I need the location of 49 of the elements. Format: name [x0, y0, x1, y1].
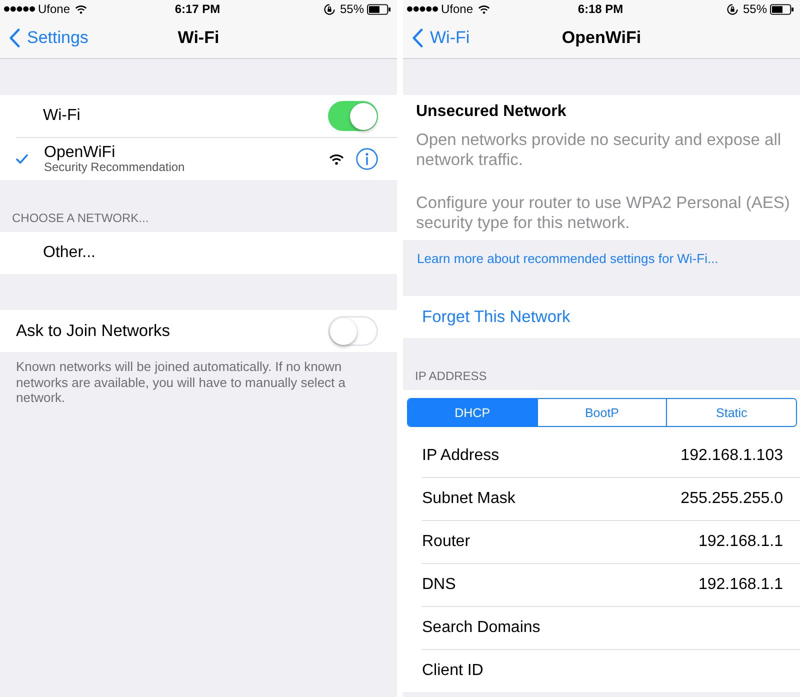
detail-label: Subnet Mask — [422, 490, 516, 508]
learn-more-link[interactable]: Learn more about recommended settings for Wi-Fi... — [417, 251, 718, 266]
detail-value: 192.168.1.1 — [698, 533, 783, 551]
back-chevron-icon — [9, 28, 20, 48]
detail-value: 192.168.1.103 — [680, 447, 783, 465]
rotation-lock-icon — [324, 4, 335, 14]
action-link[interactable]: Forget This Network — [422, 308, 570, 326]
back-button[interactable]: Settings — [0, 28, 88, 48]
detail-value: 192.168.1.1 — [698, 576, 783, 594]
signal-dots-icon — [407, 6, 438, 12]
network-name[interactable]: OpenWiFi — [44, 144, 116, 162]
battery-percent: 55% — [742, 2, 767, 16]
toggle-switch[interactable] — [328, 316, 378, 346]
back-chevron-icon — [412, 28, 423, 48]
toggle-switch[interactable] — [328, 101, 378, 131]
battery-icon — [770, 4, 794, 14]
section-header: CHOOSE A NETWORK... — [12, 211, 149, 225]
carrier-name: Ufone — [38, 2, 70, 16]
info-icon[interactable] — [356, 148, 378, 170]
wifi-signal-icon — [329, 154, 344, 164]
rotation-lock-icon — [726, 4, 738, 14]
segment-tab[interactable]: DHCP — [408, 399, 537, 426]
detail-label: Router — [422, 533, 470, 551]
network-option[interactable]: Other... — [43, 244, 96, 262]
section-header: IP ADDRESS — [415, 369, 487, 383]
signal-dots-icon — [4, 6, 35, 12]
detail-label: Client ID — [422, 662, 484, 680]
detail-label: Search Domains — [422, 619, 540, 637]
detail-value: 255.255.255.0 — [680, 490, 783, 508]
status-time: 6:17 PM — [174, 2, 220, 16]
notice-paragraph: Configure your router to use WPA2 Personal (AES) security type for this network. — [416, 193, 791, 233]
row-label: Ask to Join Networks — [16, 322, 170, 340]
nav-title: OpenWiFi — [562, 28, 642, 48]
wifi-icon — [75, 4, 88, 14]
nav-title: Wi-Fi — [178, 28, 220, 48]
battery-icon — [367, 4, 391, 14]
detail-label: IP Address — [422, 447, 500, 465]
footer-note: Known networks will be joined automatically. If no known networks are available, you will have to manually select a network. — [15, 358, 347, 406]
carrier-name: Ufone — [441, 2, 474, 16]
back-button[interactable]: Wi-Fi — [403, 28, 470, 48]
row-label: Wi-Fi — [43, 107, 80, 125]
battery-percent: 55% — [340, 2, 364, 16]
detail-label: DNS — [422, 576, 456, 594]
wifi-icon — [478, 4, 490, 14]
segment-tab[interactable]: Static — [666, 399, 796, 426]
notice-paragraph: Open networks provide no security and expose all network traffic. — [416, 130, 782, 170]
notice-title: Unsecured Network — [416, 102, 566, 122]
network-subtitle: Security Recommendation — [44, 161, 185, 174]
status-time: 6:18 PM — [578, 2, 624, 16]
